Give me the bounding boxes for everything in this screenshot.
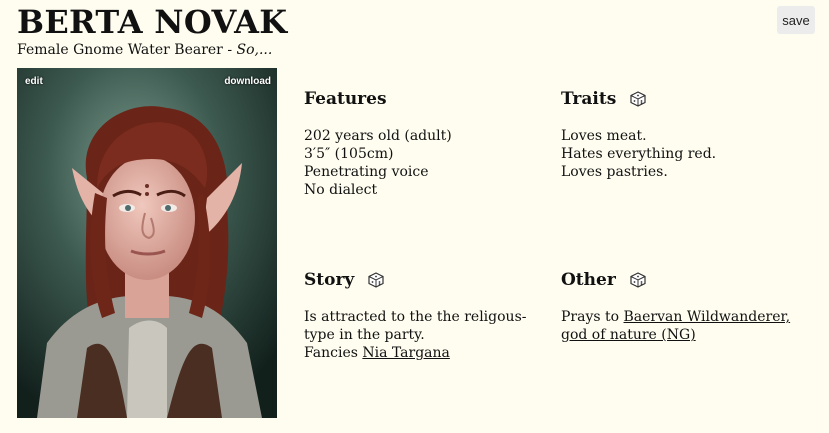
character-description: Female Gnome Water Bearer - So,...	[17, 42, 272, 58]
trait-item: Hates everything red.	[561, 146, 717, 162]
features-heading-text: Features	[304, 89, 387, 109]
trait-item: Loves pastries.	[561, 164, 668, 180]
edit-portrait-button[interactable]: edit	[25, 76, 43, 87]
story-fancies: Fancies Nia Targana	[304, 344, 550, 362]
traits-heading: Traits	[561, 87, 811, 111]
features-heading: Features	[304, 87, 554, 111]
feature-item: Penetrating voice	[304, 164, 429, 180]
traits-list: Loves meat. Hates everything red. Loves …	[561, 127, 811, 181]
feature-item: 202 years old (adult)	[304, 128, 452, 144]
other-heading-text: Other	[561, 270, 616, 290]
other-heading: Other	[561, 268, 811, 292]
story-body: Is attracted to the the religous-type in…	[304, 308, 550, 362]
description-text: Female Gnome Water Bearer -	[17, 42, 233, 58]
other-section: Other Prays to Baervan Wildwanderer, god…	[561, 268, 811, 344]
character-name: BERTA NOVAK	[17, 3, 288, 41]
dice-icon[interactable]	[368, 272, 384, 288]
other-body: Prays to Baervan Wildwanderer, god of na…	[561, 308, 811, 344]
traits-section: Traits Loves meat. Hates everything red.…	[561, 87, 811, 181]
prays-prefix: Prays to	[561, 309, 620, 325]
fancies-link[interactable]: Nia Targana	[362, 345, 450, 361]
download-portrait-button[interactable]: download	[224, 76, 271, 87]
traits-heading-text: Traits	[561, 89, 617, 109]
feature-item: 3′5″ (105cm)	[304, 146, 394, 162]
portrait-image	[17, 68, 277, 418]
features-section: Features 202 years old (adult) 3′5″ (105…	[304, 87, 554, 199]
features-list: 202 years old (adult) 3′5″ (105cm) Penet…	[304, 127, 554, 199]
trait-item: Loves meat.	[561, 128, 647, 144]
story-line: Is attracted to the the religous-type in…	[304, 309, 527, 343]
character-portrait: edit download	[17, 68, 277, 418]
story-heading-text: Story	[304, 270, 355, 290]
save-button[interactable]: save	[777, 6, 815, 34]
feature-item: No dialect	[304, 182, 378, 198]
dice-icon[interactable]	[630, 272, 646, 288]
story-heading: Story	[304, 268, 550, 292]
story-section: Story Is attracted to the the religous-t…	[304, 268, 550, 362]
fancies-prefix: Fancies	[304, 345, 358, 361]
description-tag: So,...	[236, 42, 273, 58]
dice-icon[interactable]	[630, 91, 646, 107]
